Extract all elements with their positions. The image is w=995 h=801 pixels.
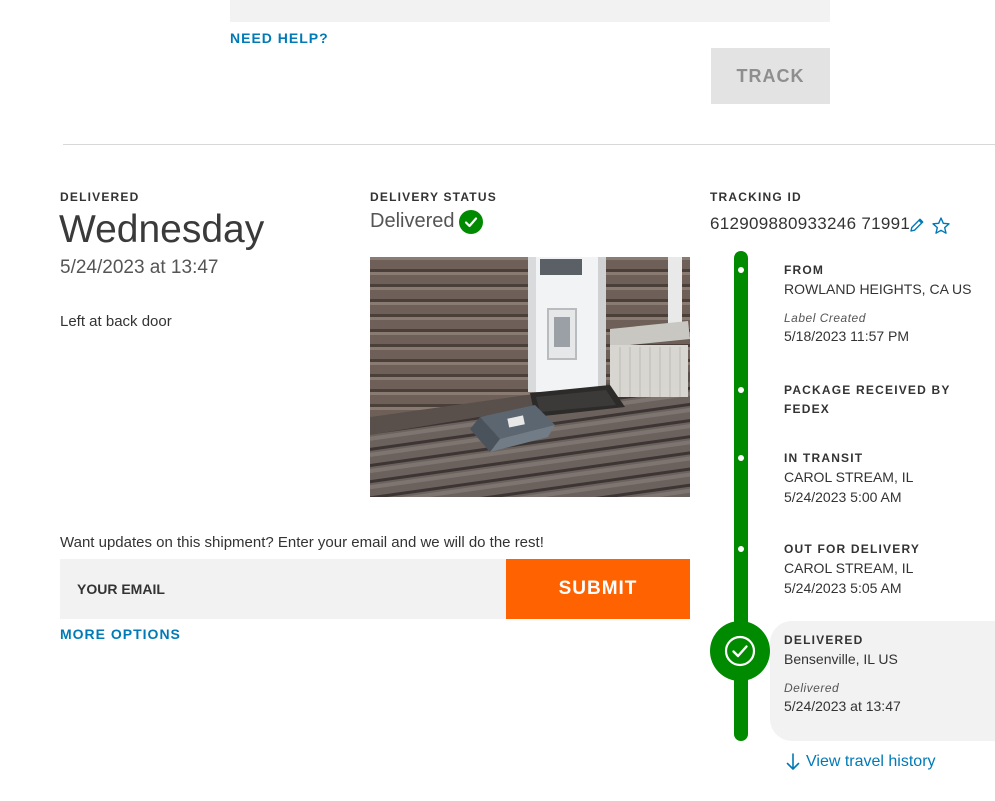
delivery-weekday: Wednesday xyxy=(59,208,265,251)
proof-of-delivery-photo[interactable] xyxy=(370,257,690,497)
timeline-event-from: FROM ROWLAND HEIGHTS, CA US Label Create… xyxy=(784,261,971,344)
timeline-event-received: PACKAGE RECEIVED BY FEDEX xyxy=(784,381,951,419)
tracking-id-label: TRACKING ID xyxy=(710,190,802,204)
timeline-event-out-for-delivery: OUT FOR DELIVERY CAROL STREAM, IL 5/24/2… xyxy=(784,540,920,596)
event-time: 5/24/2023 5:05 AM xyxy=(784,580,902,596)
event-time: 5/18/2023 11:57 PM xyxy=(784,328,910,344)
event-time: 5/24/2023 5:00 AM xyxy=(784,489,902,505)
event-location: Bensenville, IL US xyxy=(784,651,898,667)
delivery-datetime: 5/24/2023 at 13:47 xyxy=(60,257,219,278)
more-options-link[interactable]: MORE OPTIONS xyxy=(60,626,181,642)
email-field-container xyxy=(60,559,506,619)
need-help-link[interactable]: NEED HELP? xyxy=(230,30,329,46)
event-location: CAROL STREAM, IL xyxy=(784,469,914,485)
event-status: Label Created xyxy=(784,311,866,325)
timeline-dot xyxy=(738,455,744,461)
event-time: 5/24/2023 at 13:47 xyxy=(784,698,901,714)
timeline-dot xyxy=(738,387,744,393)
track-button[interactable]: TRACK xyxy=(711,48,830,104)
event-title: PACKAGE RECEIVED BY xyxy=(784,383,951,397)
timeline-dot xyxy=(738,546,744,552)
timeline-dot xyxy=(738,267,744,273)
section-divider xyxy=(63,144,995,145)
travel-history-label: View travel history xyxy=(806,753,936,770)
delivery-status-value: Delivered xyxy=(370,210,455,232)
submit-button[interactable]: SUBMIT xyxy=(506,559,690,619)
event-status: Delivered xyxy=(784,681,840,695)
arrow-down-icon xyxy=(786,753,800,770)
event-title: OUT FOR DELIVERY xyxy=(784,542,921,556)
timeline-event-in-transit: IN TRANSIT CAROL STREAM, IL 5/24/2023 5:… xyxy=(784,449,913,505)
star-icon[interactable] xyxy=(931,216,951,236)
event-location: ROWLAND HEIGHTS, CA US xyxy=(784,281,972,297)
timeline-event-delivered: DELIVERED Bensenville, IL US Delivered 5… xyxy=(784,631,901,714)
email-field[interactable] xyxy=(75,580,479,598)
delivered-label: DELIVERED xyxy=(60,190,140,204)
event-title: DELIVERED xyxy=(784,633,864,647)
pencil-icon[interactable] xyxy=(908,216,926,234)
tracking-id-value: 612909880933246 71991 xyxy=(710,214,911,233)
event-location: CAROL STREAM, IL xyxy=(784,560,914,576)
updates-prompt: Want updates on this shipment? Enter you… xyxy=(60,534,544,551)
delivered-check-icon xyxy=(710,621,770,681)
check-circle-icon xyxy=(459,210,483,234)
tracking-number-input[interactable] xyxy=(230,0,830,22)
delivery-status-label: DELIVERY STATUS xyxy=(370,190,497,204)
event-title: IN TRANSIT xyxy=(784,451,864,465)
view-travel-history-link[interactable]: View travel history xyxy=(785,752,936,772)
delivery-note: Left at back door xyxy=(60,313,172,330)
event-title-line2: FEDEX xyxy=(784,402,831,416)
event-title: FROM xyxy=(784,263,825,277)
